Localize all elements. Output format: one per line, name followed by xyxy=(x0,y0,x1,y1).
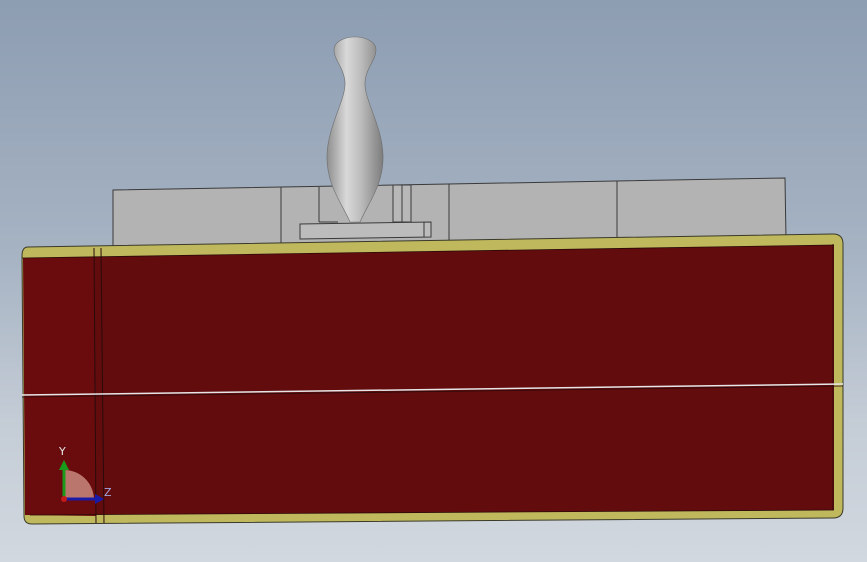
base-plate[interactable] xyxy=(299,221,432,240)
3d-model-scene[interactable]: Y Z xyxy=(0,0,867,562)
triad-z-label: Z xyxy=(104,486,112,499)
triad-y-label: Y xyxy=(58,445,66,458)
graphics-viewport[interactable]: Y Z xyxy=(0,0,867,562)
triad-x-axis-dot xyxy=(61,496,67,502)
mold-body[interactable] xyxy=(21,233,844,525)
